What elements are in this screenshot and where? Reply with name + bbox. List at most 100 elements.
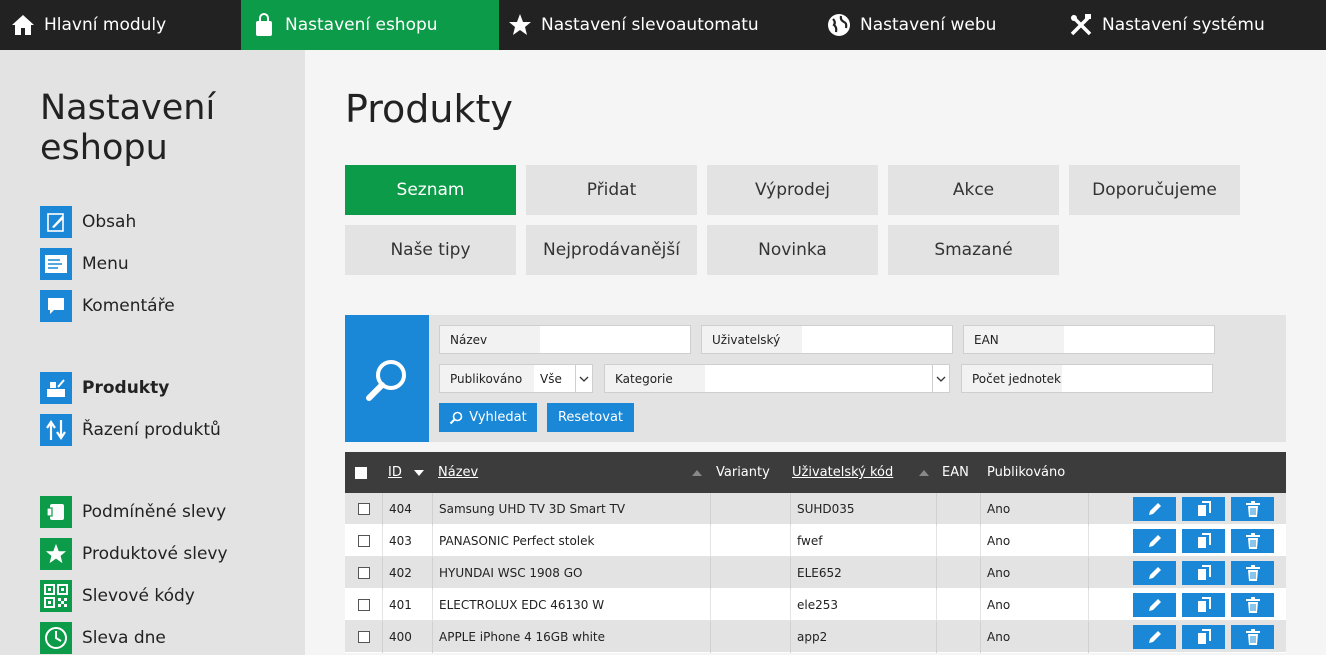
delete-button[interactable] xyxy=(1231,561,1274,585)
copy-button[interactable] xyxy=(1182,625,1225,649)
table-header: ID Název Varianty Uživatelský kód EAN Pu… xyxy=(345,452,1286,493)
search-panel: Název Uživatelský EAN Publikováno Vše Ka… xyxy=(345,315,1286,442)
sidebar-item-deal-of-day[interactable]: Sleva dne xyxy=(40,622,166,654)
cell-name: PANASONIC Perfect stolek xyxy=(433,525,711,557)
sidebar-item-label: Sleva dne xyxy=(82,628,166,648)
sidebar-item-label: Řazení produktů xyxy=(82,420,221,440)
search-icon xyxy=(450,411,463,424)
search-icon xyxy=(345,315,429,442)
cell-code: fwef xyxy=(791,525,937,557)
sidebar-item-discount-codes[interactable]: Slevové kódy xyxy=(40,580,195,612)
row-checkbox[interactable] xyxy=(357,503,370,515)
row-checkbox[interactable] xyxy=(357,631,370,643)
delete-button[interactable] xyxy=(1231,529,1274,553)
copy-button[interactable] xyxy=(1182,593,1225,617)
copy-button[interactable] xyxy=(1182,529,1225,553)
nav-tab-system-settings[interactable]: Nastavení systému xyxy=(1058,0,1326,50)
units-input[interactable] xyxy=(1062,365,1212,392)
sidebar-item-product-sorting[interactable]: Řazení produktů xyxy=(40,414,221,446)
delete-button[interactable] xyxy=(1231,625,1274,649)
pencil-icon xyxy=(1147,533,1163,549)
sidebar-item-products[interactable]: Produkty xyxy=(40,372,169,404)
trash-icon xyxy=(1245,533,1260,549)
cell-ean xyxy=(937,525,981,557)
edit-button[interactable] xyxy=(1133,529,1176,553)
cell-published: Ano xyxy=(981,493,1089,525)
search-button[interactable]: Vyhledat xyxy=(439,403,537,432)
row-checkbox[interactable] xyxy=(357,535,370,547)
table-row: 402 HYUNDAI WSC 1908 GO ELE652 Ano xyxy=(345,557,1286,589)
sort-name[interactable]: Název xyxy=(438,452,478,493)
nav-tab-discount-automat[interactable]: Nastavení slevoautomatu xyxy=(499,0,816,50)
sidebar-item-label: Produktové slevy xyxy=(82,544,228,564)
name-input[interactable] xyxy=(540,326,690,353)
tab-deleted[interactable]: Smazané xyxy=(888,225,1059,275)
edit-button[interactable] xyxy=(1133,561,1176,585)
reset-button[interactable]: Resetovat xyxy=(547,403,634,432)
edit-button[interactable] xyxy=(1133,593,1176,617)
sidebar-item-conditional-discounts[interactable]: Podmíněné slevy xyxy=(40,496,226,528)
name-filter: Název xyxy=(439,325,691,354)
cell-variants xyxy=(711,525,791,557)
units-filter: Počet jednotek xyxy=(961,364,1213,393)
sidebar: Nastavení eshopu Obsah Menu Komentáře Pr… xyxy=(0,50,305,655)
sidebar-item-comments[interactable]: Komentáře xyxy=(40,290,175,322)
home-icon xyxy=(10,12,36,38)
tab-new[interactable]: Novinka xyxy=(707,225,878,275)
sidebar-item-label: Komentáře xyxy=(82,296,175,316)
user-code-input[interactable] xyxy=(802,326,952,353)
sort-indicator-icon xyxy=(692,452,702,493)
sort-indicator-icon xyxy=(919,452,929,493)
nav-tab-web-settings[interactable]: Nastavení webu xyxy=(816,0,1058,50)
tab-add[interactable]: Přidat xyxy=(526,165,697,215)
sidebar-item-menu[interactable]: Menu xyxy=(40,248,129,280)
header-variants: Varianty xyxy=(716,465,770,480)
copy-icon xyxy=(1197,533,1211,549)
row-actions xyxy=(1089,493,1286,525)
nav-tab-label: Hlavní moduly xyxy=(44,15,167,35)
copy-button[interactable] xyxy=(1182,561,1225,585)
sidebar-title: Nastavení eshopu xyxy=(40,88,216,168)
tab-recommended[interactable]: Doporučujeme xyxy=(1069,165,1240,215)
row-checkbox[interactable] xyxy=(357,599,370,611)
chevron-down-icon[interactable] xyxy=(575,365,592,392)
star-icon xyxy=(507,12,533,38)
cell-id: 402 xyxy=(383,557,433,589)
globe-icon xyxy=(826,12,852,38)
nav-tab-main-modules[interactable]: Hlavní moduly xyxy=(0,0,241,50)
tab-list[interactable]: Seznam xyxy=(345,165,516,215)
tab-our-tips[interactable]: Naše tipy xyxy=(345,225,516,275)
row-checkbox[interactable] xyxy=(357,567,370,579)
delete-button[interactable] xyxy=(1231,497,1274,521)
coupon-icon xyxy=(40,496,72,528)
select-all-checkbox[interactable] xyxy=(355,452,367,493)
tab-promo[interactable]: Akce xyxy=(888,165,1059,215)
cell-published: Ano xyxy=(981,557,1089,589)
page-title: Produkty xyxy=(345,87,513,131)
pencil-icon xyxy=(1147,597,1163,613)
user-code-filter: Uživatelský xyxy=(701,325,953,354)
published-select[interactable]: Publikováno Vše xyxy=(439,364,593,393)
nav-tab-eshop-settings[interactable]: Nastavení eshopu xyxy=(241,0,499,50)
row-checkbox-cell xyxy=(345,621,383,653)
top-navigation: Hlavní moduly Nastavení eshopu Nastavení… xyxy=(0,0,1326,50)
sidebar-item-product-discounts[interactable]: Produktové slevy xyxy=(40,538,228,570)
row-actions xyxy=(1089,557,1286,589)
category-select[interactable]: Kategorie xyxy=(604,364,950,393)
delete-button[interactable] xyxy=(1231,593,1274,617)
chevron-down-icon[interactable] xyxy=(932,365,949,392)
tools-icon xyxy=(1068,12,1094,38)
edit-button[interactable] xyxy=(1133,625,1176,649)
tab-clearance[interactable]: Výprodej xyxy=(707,165,878,215)
ean-input[interactable] xyxy=(1064,326,1214,353)
sort-id[interactable]: ID xyxy=(388,452,424,493)
edit-button[interactable] xyxy=(1133,497,1176,521)
sidebar-item-content[interactable]: Obsah xyxy=(40,206,136,238)
sort-user-code[interactable]: Uživatelský kód xyxy=(792,452,893,493)
trash-icon xyxy=(1245,501,1260,517)
sidebar-item-label: Menu xyxy=(82,254,129,274)
pencil-icon xyxy=(1147,565,1163,581)
cell-variants xyxy=(711,557,791,589)
tab-bestsellers[interactable]: Nejprodávanější xyxy=(526,225,697,275)
copy-button[interactable] xyxy=(1182,497,1225,521)
